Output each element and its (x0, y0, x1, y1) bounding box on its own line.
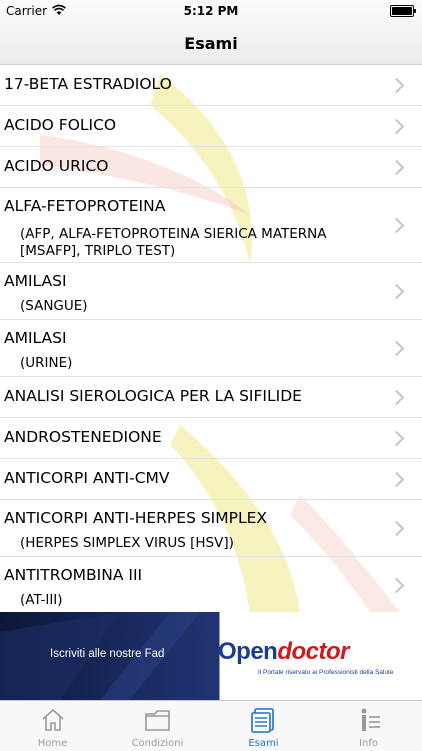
tab-label: Info (359, 738, 378, 749)
folder-icon (144, 710, 170, 731)
list-item-subtitle: (AT-III) (20, 592, 63, 608)
chevron-right-icon (388, 340, 405, 356)
list-item-title: ACIDO FOLICO (4, 116, 117, 134)
battery-icon (390, 5, 416, 17)
opendoctor-logo: Opendoctor Il Portale riservato ai Profe… (218, 638, 394, 676)
tab-info[interactable]: Info (316, 701, 421, 751)
chevron-right-icon (388, 77, 405, 93)
list-item-title: AMILASI (4, 272, 67, 290)
chevron-right-icon (388, 520, 405, 536)
info-icon (361, 708, 380, 731)
list-item-subtitle: (SANGUE) (20, 298, 88, 314)
list-item[interactable]: ANDROSTENEDIONE (0, 418, 422, 459)
list-item-subtitle: (URINE) (20, 355, 73, 371)
chevron-right-icon (388, 217, 405, 233)
list-item[interactable]: ANALISI SIEROLOGICA PER LA SIFILIDE (0, 377, 422, 418)
list-item[interactable]: 17-BETA ESTRADIOLO (0, 65, 422, 106)
list-item[interactable]: ALFA-FETOPROTEINA (AFP, ALFA-FETOPROTEINA… (0, 188, 422, 263)
status-bar: Carrier 5:12 PM (0, 0, 422, 22)
list-item[interactable]: ANTICORPI ANTI-CMV (0, 459, 422, 500)
logo-tagline: Il Portale riservato ai Professionisti d… (258, 669, 394, 676)
list-item[interactable]: AMILASI (SANGUE) (0, 263, 422, 320)
tab-label: Esami (248, 738, 279, 749)
list-item-title: ANTICORPI ANTI-HERPES SIMPLEX (4, 509, 268, 527)
chevron-right-icon (388, 159, 405, 175)
list-item[interactable]: ACIDO URICO (0, 147, 422, 188)
chevron-right-icon (388, 389, 405, 405)
list-item[interactable]: ANTICORPI ANTI-HERPES SIMPLEX (HERPES SIM… (0, 500, 422, 557)
list-item-subtitle: (HERPES SIMPLEX VIRUS [HSV]) (20, 535, 234, 551)
list-item-title: AMILASI (4, 329, 67, 347)
chevron-right-icon (388, 118, 405, 134)
list-item[interactable]: ANTITROMBINA III (AT-III) (0, 557, 422, 612)
tab-esami[interactable]: Esami (211, 701, 316, 751)
exam-list[interactable]: 17-BETA ESTRADIOLO ACIDO FOLICO ACIDO URIC… (0, 65, 422, 612)
tab-label: Home (37, 738, 68, 749)
page-title: Esami (184, 34, 238, 53)
list-item-subtitle: (AFP, ALFA-FETOPROTEINA SIERICA MATERNA … (20, 226, 327, 259)
tab-label: Condizioni (131, 738, 184, 749)
list-item-title: ANTITROMBINA III (4, 566, 143, 584)
chevron-right-icon (388, 430, 405, 446)
clock: 5:12 PM (183, 4, 239, 18)
chevron-right-icon (388, 283, 405, 299)
banner-cta-text: Iscriviti alle nostre Fad (50, 648, 165, 660)
list-item-title: ALFA-FETOPROTEINA (4, 197, 166, 215)
list-item-title: 17-BETA ESTRADIOLO (4, 75, 172, 93)
home-icon (41, 708, 64, 731)
tab-home[interactable]: Home (0, 701, 105, 751)
list-item[interactable]: AMILASI (URINE) (0, 320, 422, 377)
list-item-title: ANTICORPI ANTI-CMV (4, 469, 170, 487)
list-item[interactable]: ACIDO FOLICO (0, 106, 422, 147)
navigation-header: Carrier 5:12 PM Esami (0, 0, 422, 65)
documents-icon (250, 708, 274, 733)
chevron-right-icon (388, 471, 405, 487)
list-item-title: ANDROSTENEDIONE (4, 428, 162, 446)
chevron-right-icon (388, 577, 405, 593)
list-item-title: ACIDO URICO (4, 157, 109, 175)
tab-condizioni[interactable]: Condizioni (105, 701, 210, 751)
list-item-title: ANALISI SIEROLOGICA PER LA SIFILIDE (4, 387, 302, 405)
opendoctor-banner[interactable]: Iscriviti alle nostre Fad Opendoctor Il … (0, 612, 422, 700)
tab-bar: Home Condizioni Esami Info (0, 700, 422, 751)
